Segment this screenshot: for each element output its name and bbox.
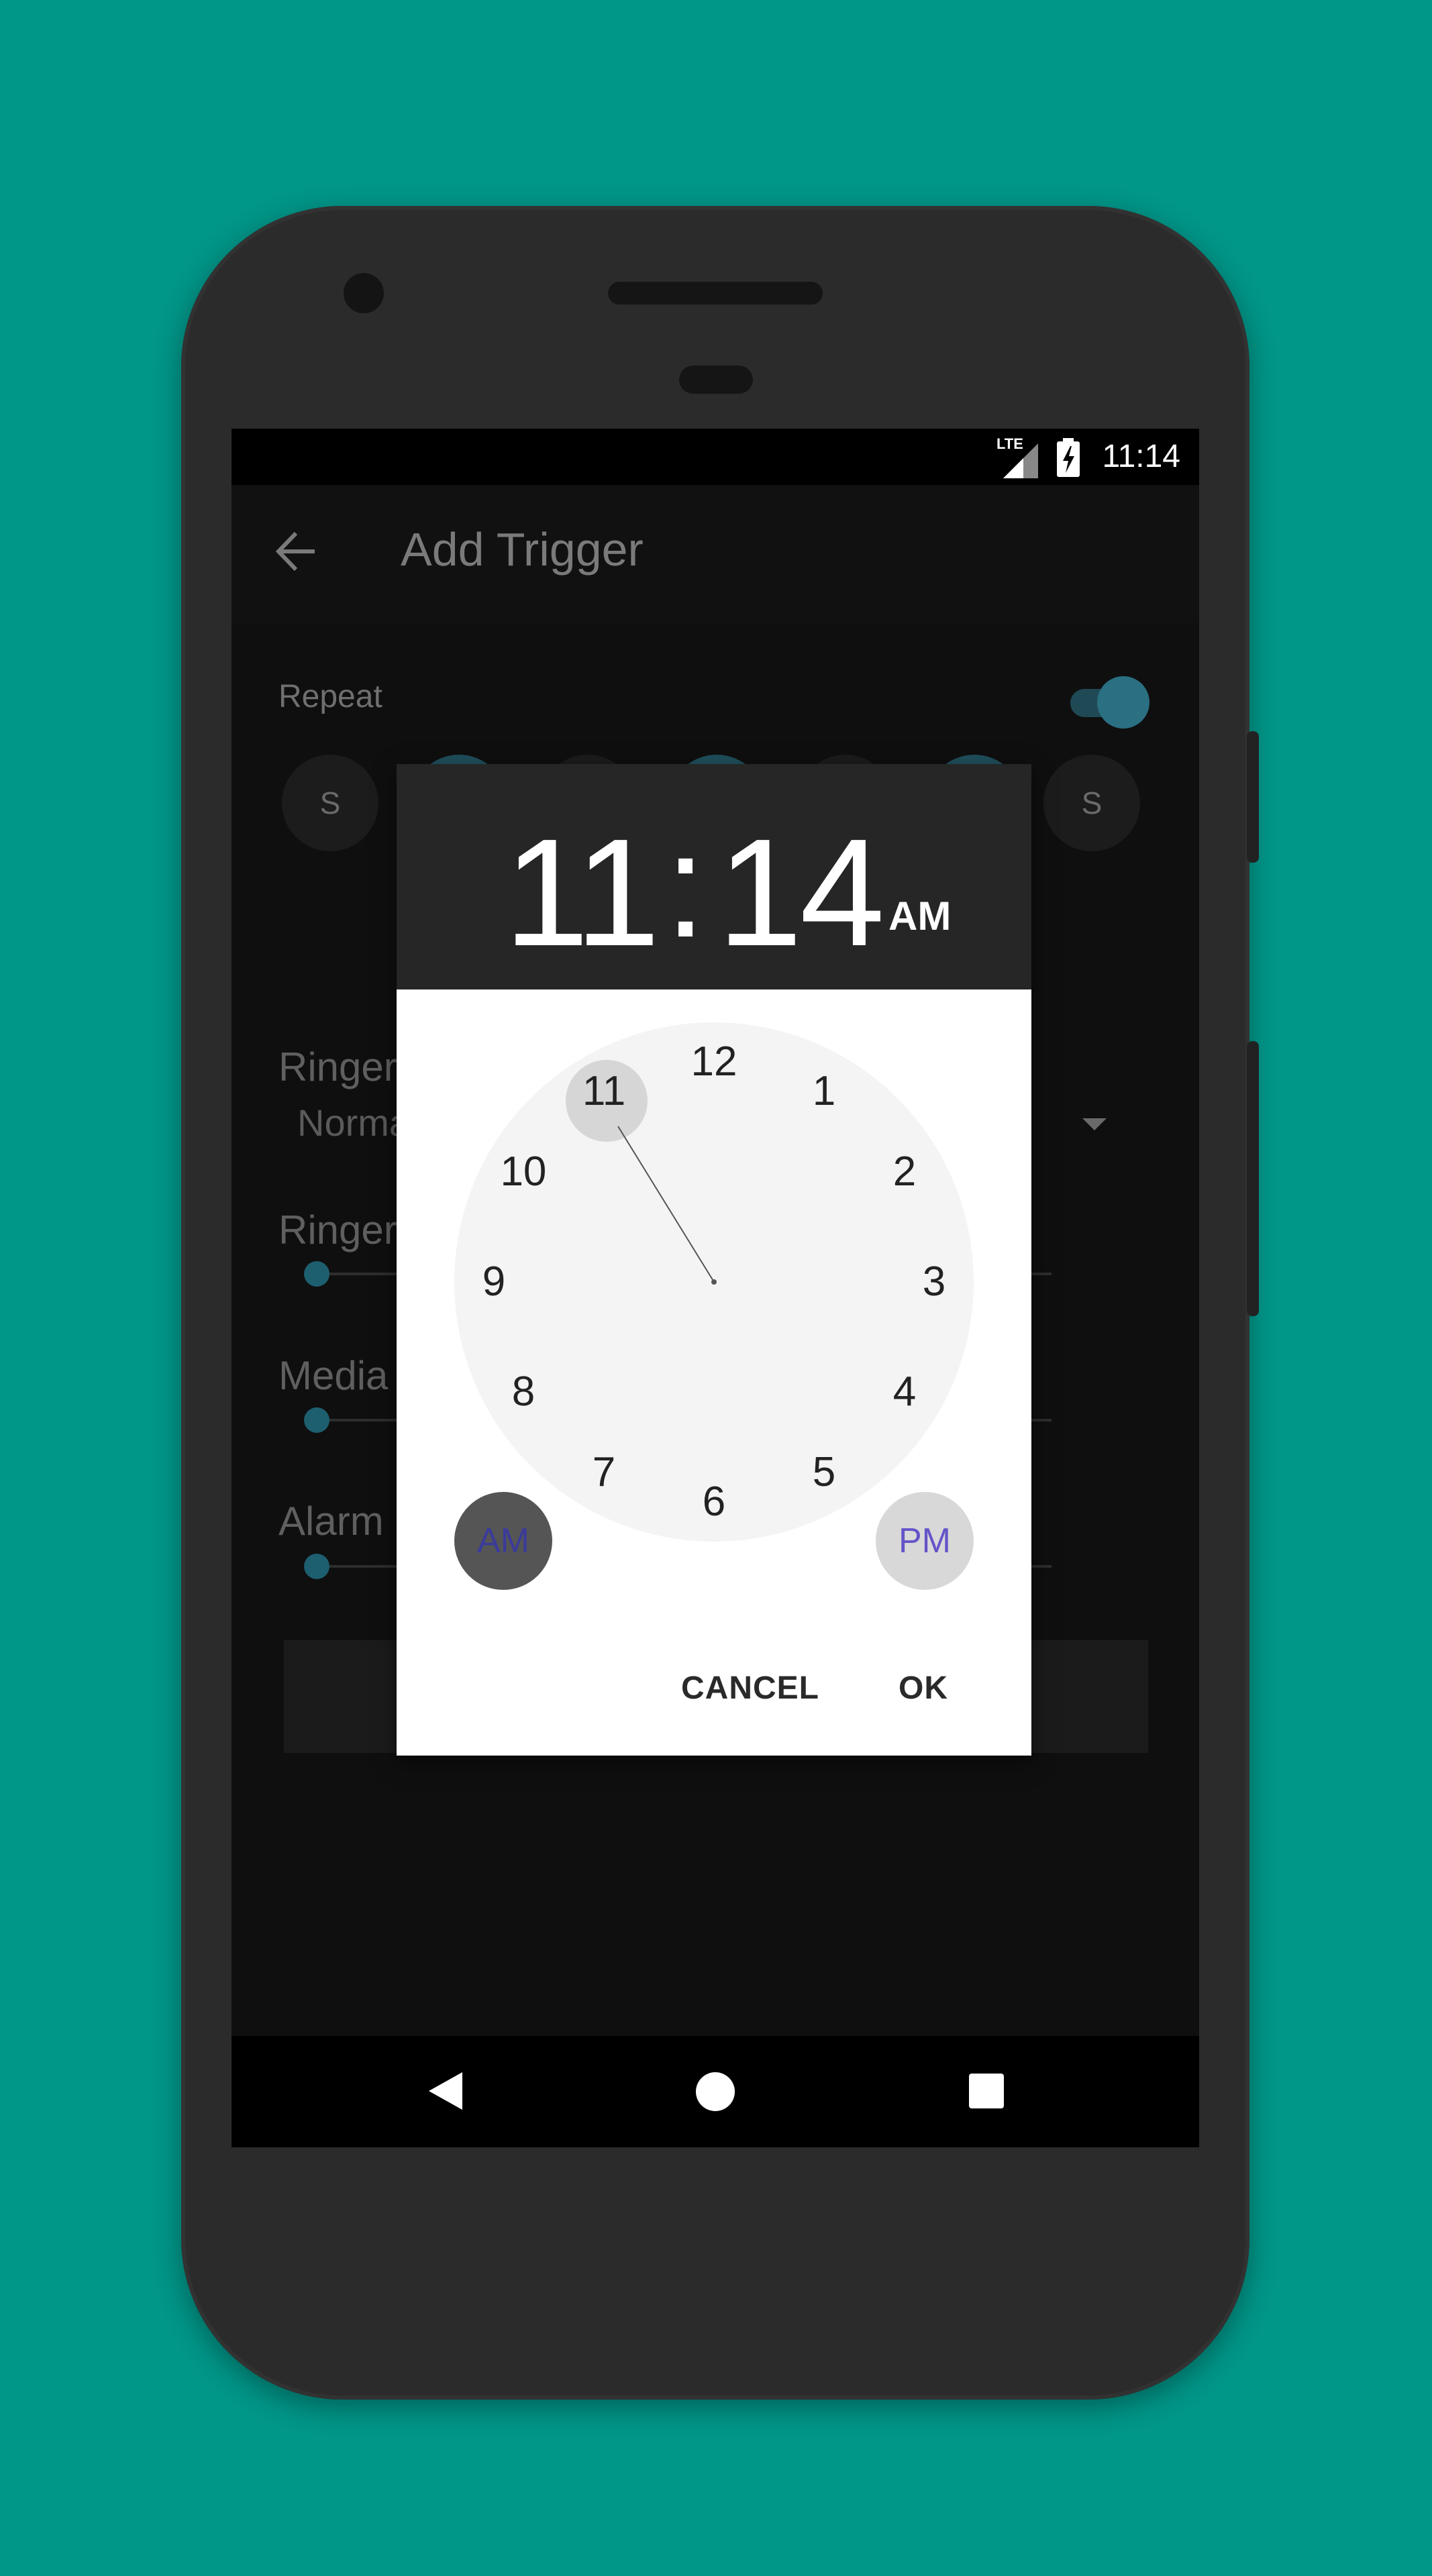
ok-button[interactable]: OK [899,1670,948,1707]
triangle-back-icon[interactable] [426,2070,465,2112]
time-picker-dialog: 11 : 14 AM 12 1 2 3 4 5 6 7 8 9 10 11 AM PM CANCEL … [397,764,1031,1756]
alarm-volume-label: Alarm [278,1499,384,1544]
clock-number-2[interactable]: 2 [868,1135,941,1209]
clock-number-7[interactable]: 7 [567,1436,641,1509]
proximity-sensor [679,366,753,394]
front-camera [344,273,384,313]
cancel-button[interactable]: CANCEL [681,1670,819,1707]
clock-number-1[interactable]: 1 [787,1055,861,1128]
clock-face[interactable] [454,1022,974,1542]
clock-number-6[interactable]: 6 [677,1465,751,1539]
app-bar [232,485,1199,623]
header-minute[interactable]: 14 [717,806,885,981]
clock-number-10[interactable]: 10 [487,1135,560,1209]
media-volume-label: Media [278,1353,389,1398]
status-bar: LTE 11:14 [232,429,1199,485]
clock-number-12[interactable]: 12 [677,1025,751,1099]
dropdown-arrow-icon[interactable] [1082,1118,1107,1130]
circle-home-icon[interactable] [696,2072,735,2111]
pm-button[interactable]: PM [876,1492,974,1590]
header-hour[interactable]: 11 [504,806,660,981]
time-picker-header: 11 : 14 AM [397,764,1031,989]
ringer-volume-thumb[interactable] [304,1261,329,1287]
day-toggle-sunday[interactable]: S [282,755,378,851]
repeat-label: Repeat [278,679,382,714]
power-button [1247,731,1259,863]
status-time: 11:14 [1102,439,1180,474]
earpiece-speaker [608,282,823,305]
day-toggle-saturday[interactable]: S [1043,755,1140,851]
media-volume-thumb[interactable] [304,1407,329,1433]
square-recents-icon[interactable] [969,2074,1004,2108]
repeat-switch[interactable] [1097,676,1149,729]
header-colon: : [665,803,707,968]
ringer-volume-label: Ringer [278,1208,397,1252]
am-button[interactable]: AM [454,1492,552,1590]
clock-number-11[interactable]: 11 [567,1055,641,1128]
clock-number-3[interactable]: 3 [897,1245,971,1319]
alarm-volume-thumb[interactable] [304,1554,329,1579]
arrow-back-icon[interactable] [273,528,320,575]
clock-number-8[interactable]: 8 [487,1355,560,1429]
clock-number-5[interactable]: 5 [787,1436,861,1509]
volume-button [1247,1041,1259,1316]
ringer-mode-label: Ringer [278,1044,397,1089]
clock-number-9[interactable]: 9 [457,1245,531,1319]
clock-number-4[interactable]: 4 [868,1355,941,1429]
signal-icon [1003,443,1038,478]
ringer-mode-value[interactable]: Norma [297,1101,410,1144]
battery-charging-icon [1057,438,1080,477]
page-title: Add Trigger [401,523,644,576]
header-period[interactable]: AM [888,893,951,939]
